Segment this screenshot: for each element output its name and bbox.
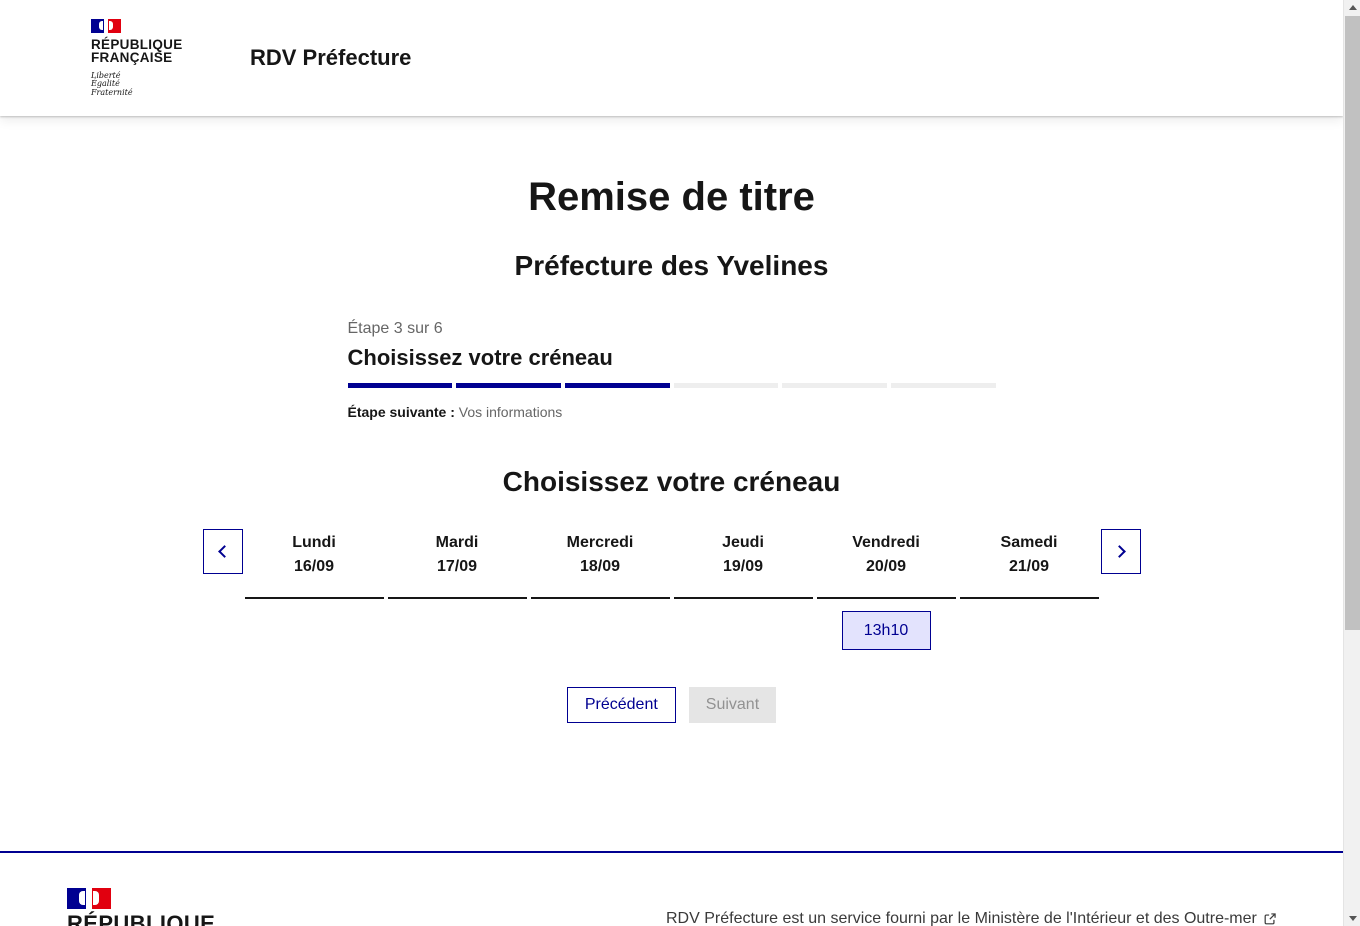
footer-service-text: RDV Préfecture est un service fourni par…	[666, 910, 1257, 926]
day-name: Lundi	[292, 534, 336, 551]
day-column: Jeudi 19/09	[673, 529, 813, 650]
day-date: 19/09	[722, 558, 764, 575]
day-slots: 13h10	[817, 599, 956, 650]
day-header: Samedi 21/09	[959, 529, 1099, 599]
next-week-button[interactable]	[1100, 529, 1141, 574]
external-link-icon[interactable]	[1263, 912, 1277, 926]
next-step-label: Étape suivante :	[347, 404, 455, 420]
brand-name-line1: RÉPUBLIQUE	[91, 36, 183, 52]
day-name: Vendredi	[852, 534, 920, 551]
service-title: RDV Préfecture	[250, 45, 412, 70]
site-header: RÉPUBLIQUE FRANÇAISE Liberté Égalité Fra…	[0, 0, 1343, 116]
day-header: Jeudi 19/09	[673, 529, 813, 599]
next-step-button[interactable]: Suivant	[688, 687, 777, 723]
stepper-segment	[890, 383, 996, 388]
day-column: Vendredi 20/09 13h10	[816, 529, 956, 650]
time-slot-button[interactable]: 13h10	[841, 611, 931, 650]
chevron-left-icon	[217, 545, 231, 558]
calendar: Lundi 16/09 Mardi 17/09 Mercredi 18/09 Jeudi 19…	[202, 529, 1141, 650]
chevron-right-icon	[1112, 545, 1126, 558]
day-column: Mardi 17/09	[387, 529, 527, 650]
day-name: Mercredi	[566, 534, 634, 551]
step-count: Étape 3 sur 6	[347, 320, 443, 337]
section-title: Choisissez votre créneau	[502, 466, 841, 497]
footer-gov-brand: RÉPUBLIQUE	[67, 888, 215, 926]
motto-line3: Fraternité	[91, 87, 133, 97]
next-step-value: Vos informations	[458, 404, 563, 420]
wizard-nav-buttons: Précédent Suivant	[0, 687, 1343, 723]
previous-week-button[interactable]	[202, 529, 243, 574]
day-column: Samedi 21/09	[959, 529, 1099, 650]
french-republic-logo-icon	[67, 888, 111, 909]
stepper-progress	[347, 383, 996, 388]
stepper: Étape 3 sur 6 Choisissez votre créneau É…	[347, 319, 996, 421]
day-header: Vendredi 20/09	[816, 529, 956, 599]
day-header: Lundi 16/09	[244, 529, 384, 599]
page: RÉPUBLIQUE FRANÇAISE Liberté Égalité Fra…	[0, 0, 1343, 926]
day-date: 18/09	[579, 558, 621, 575]
prefecture-subtitle: Préfecture des Yvelines	[514, 250, 829, 281]
calendar-days: Lundi 16/09 Mardi 17/09 Mercredi 18/09 Jeudi 19…	[243, 529, 1101, 650]
day-name: Samedi	[1000, 534, 1058, 551]
next-step-line: Étape suivante : Vos informations	[348, 404, 996, 421]
scrollbar-up-arrow[interactable]	[1344, 0, 1360, 15]
stepper-segment	[456, 383, 561, 388]
day-date: 17/09	[436, 558, 478, 575]
day-column: Lundi 16/09	[244, 529, 384, 650]
main-content: Remise de titre Préfecture des Yvelines …	[0, 173, 1343, 723]
stepper-segment	[673, 383, 779, 388]
gov-brand-block: RÉPUBLIQUE FRANÇAISE Liberté Égalité Fra…	[91, 18, 201, 98]
footer-brand-name: RÉPUBLIQUE	[67, 911, 216, 926]
day-name: Jeudi	[722, 534, 764, 551]
site-footer: RÉPUBLIQUE RDV Préfecture est un service…	[0, 851, 1343, 926]
day-column: Mercredi 18/09	[530, 529, 670, 650]
scrollbar-down-arrow[interactable]	[1344, 911, 1360, 926]
browser-viewport: RÉPUBLIQUE FRANÇAISE Liberté Égalité Fra…	[0, 0, 1360, 926]
scrollbar-thumb[interactable]	[1345, 16, 1360, 630]
day-date: 21/09	[1008, 558, 1050, 575]
day-name: Mardi	[435, 534, 479, 551]
brand-name: RÉPUBLIQUE FRANÇAISE	[91, 38, 201, 65]
stepper-segment	[347, 383, 453, 388]
footer-service-info: RDV Préfecture est un service fourni par…	[666, 910, 1277, 926]
step-title: Choisissez votre créneau	[347, 345, 613, 370]
day-header: Mardi 17/09	[387, 529, 527, 599]
brand-motto: Liberté Égalité Fraternité	[91, 71, 201, 98]
day-date: 16/09	[293, 558, 335, 575]
page-title: Remise de titre	[528, 175, 815, 219]
day-header: Mercredi 18/09	[530, 529, 670, 599]
scrollbar[interactable]	[1343, 0, 1360, 926]
stepper-segment	[564, 383, 670, 388]
stepper-segment	[782, 383, 887, 388]
french-republic-logo-icon	[91, 18, 121, 33]
day-date: 20/09	[865, 558, 907, 575]
previous-step-button[interactable]: Précédent	[566, 687, 676, 723]
brand-name-line2: FRANÇAISE	[91, 50, 173, 66]
